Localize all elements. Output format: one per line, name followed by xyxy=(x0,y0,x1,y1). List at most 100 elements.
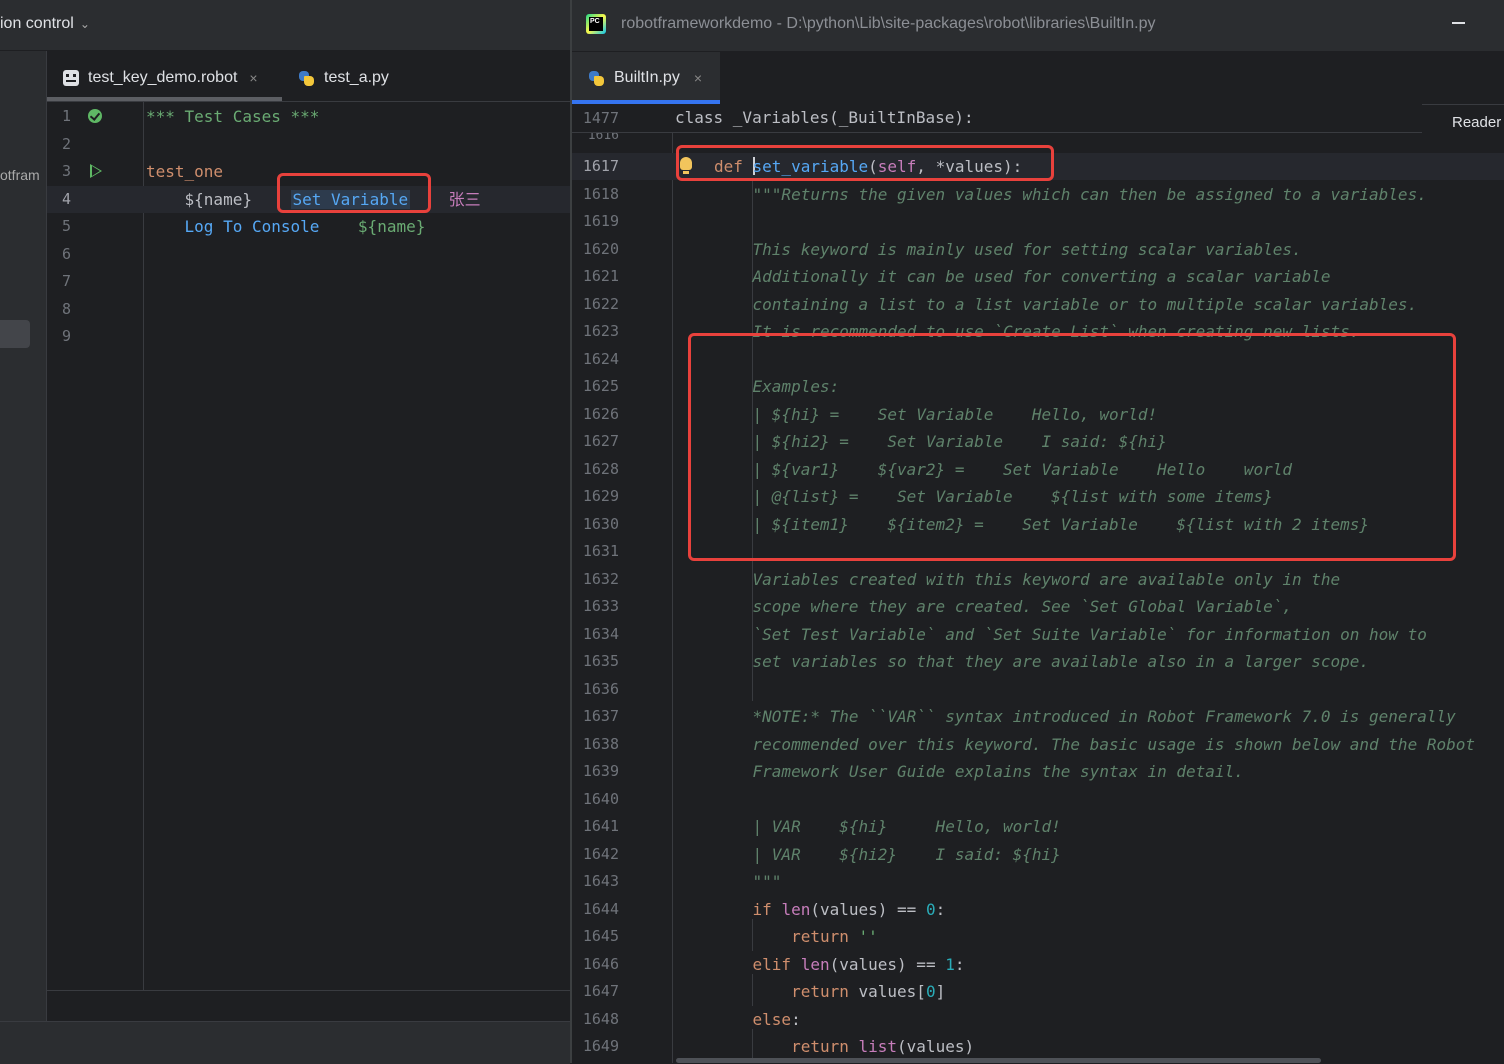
left-code-editor[interactable]: 1 *** Test Cases *** 2 3 test_one 4 ${name} S… xyxy=(47,102,570,990)
selected-tool-indicator[interactable] xyxy=(0,320,30,348)
tab-test-key-demo-robot[interactable]: test_key_demo.robot × xyxy=(63,67,258,89)
project-label[interactable]: otfram xyxy=(0,167,46,183)
code-line[interactable]: 1638 recommended over this keyword. The … xyxy=(572,731,1504,758)
code-token: len xyxy=(800,954,830,974)
code-line[interactable]: 1629 | @{list} = Set Variable ${list wit… xyxy=(572,483,1504,510)
code-line[interactable]: 1621 Additionally it can be used for con… xyxy=(572,263,1504,290)
code-text: | ${var1} ${var2} = Set Variable Hello w… xyxy=(714,456,1292,483)
code-line[interactable]: 1620 This keyword is mainly used for set… xyxy=(572,236,1504,263)
close-icon[interactable]: × xyxy=(249,70,257,86)
line-number: 1622 xyxy=(582,294,619,313)
code-line[interactable]: 1640 xyxy=(572,786,1504,813)
line-number: 1648 xyxy=(582,1009,619,1028)
code-token: , *values): xyxy=(916,157,1023,176)
code-line[interactable]: 1628 | ${var1} ${var2} = Set Variable He… xyxy=(572,456,1504,483)
line-number: 1628 xyxy=(582,459,619,478)
line-number: 1645 xyxy=(582,927,619,945)
code-line[interactable]: 1630 | ${item1} ${item2} = Set Variable … xyxy=(572,511,1504,538)
code-line[interactable]: 1 *** Test Cases *** xyxy=(47,103,570,130)
code-line[interactable]: 1622 containing a list to a list variabl… xyxy=(572,291,1504,318)
line-number: 1619 xyxy=(582,212,619,230)
code-line[interactable]: 1642 | VAR ${hi2} I said: ${hi} xyxy=(572,841,1504,868)
code-line[interactable]: 1637 *NOTE:* The ``VAR`` syntax introduc… xyxy=(572,703,1504,730)
sticky-scope-line[interactable]: 1477 class _Variables(_BuiltInBase): xyxy=(572,104,1422,133)
chevron-down-icon: ⌄ xyxy=(79,17,90,31)
code-line[interactable]: 1636 xyxy=(572,676,1504,703)
code-line[interactable]: 1626 | ${hi} = Set Variable Hello, world… xyxy=(572,401,1504,428)
tab-builtin-py[interactable]: BuiltIn.py × xyxy=(572,52,720,104)
code-line[interactable]: 1639 Framework User Guide explains the s… xyxy=(572,758,1504,785)
reader-mode-button[interactable]: Reader xyxy=(1452,114,1501,131)
right-code-editor[interactable]: 1477 class _Variables(_BuiltInBase): 161… xyxy=(572,104,1504,1063)
code-line[interactable]: 7 xyxy=(47,268,570,295)
code-token: Variables created with this keyword are … xyxy=(714,569,1341,589)
code-line[interactable]: 1627 | ${hi2} = Set Variable I said: ${h… xyxy=(572,428,1504,455)
intention-bulb-icon[interactable] xyxy=(680,157,692,174)
line-number: 5 xyxy=(61,217,71,235)
code-line[interactable]: 1648 else: xyxy=(572,1006,1504,1033)
code-token: elif xyxy=(714,954,801,974)
code-text: It is recommended to use `Create List` w… xyxy=(714,318,1360,345)
line-number: 2 xyxy=(61,134,71,153)
code-line[interactable]: 1623 It is recommended to use `Create Li… xyxy=(572,318,1504,345)
line-number: 1641 xyxy=(582,817,619,835)
project-tool-strip: otfram xyxy=(0,51,47,1021)
code-text: | ${hi} = Set Variable Hello, world! xyxy=(714,401,1158,428)
tab-label: BuiltIn.py xyxy=(614,69,680,86)
code-token: list xyxy=(858,1037,898,1056)
code-line[interactable]: 1649 return list(values) xyxy=(572,1033,1504,1060)
code-text: elif len(values) == 1: xyxy=(714,951,965,978)
robot-file-icon xyxy=(63,70,79,86)
code-line[interactable]: 1619 xyxy=(572,208,1504,235)
left-ide-window: ion control ⌄ otfram test_key_demo.robot … xyxy=(0,0,570,1064)
tab-test-a-py[interactable]: test_a.py xyxy=(298,67,389,89)
code-line[interactable]: 6 xyxy=(47,241,570,268)
run-passed-icon[interactable] xyxy=(88,109,102,123)
code-token: 0 xyxy=(925,982,936,1001)
line-number: 1647 xyxy=(582,982,619,1000)
line-number: 1629 xyxy=(582,487,619,505)
code-line[interactable]: 1645 return '' xyxy=(572,923,1504,950)
window-title-bar: robotframeworkdemo - D:\python\Lib\site-… xyxy=(572,0,1504,51)
version-control-menu[interactable]: ion control ⌄ xyxy=(0,15,90,33)
code-token: return xyxy=(714,982,859,1001)
left-toolbar: ion control ⌄ xyxy=(0,0,570,51)
code-line[interactable]: 4 ${name} Set Variable 张三 xyxy=(47,185,570,213)
code-line[interactable]: 1632 Variables created with this keyword… xyxy=(572,566,1504,593)
code-token: Set Variable xyxy=(290,189,411,209)
code-line[interactable]: 1643 """ xyxy=(572,868,1504,895)
code-token: : xyxy=(935,899,946,919)
code-line[interactable]: 5 Log To Console ${name} xyxy=(47,213,570,240)
code-line[interactable]: 9 xyxy=(47,323,570,350)
code-line[interactable]: 3 test_one xyxy=(47,158,570,185)
code-line[interactable]: 1633 scope where they are created. See `… xyxy=(572,593,1504,620)
line-number: 1620 xyxy=(582,239,619,258)
code-token: Framework User Guide explains the syntax… xyxy=(714,762,1244,781)
close-icon[interactable]: × xyxy=(694,70,702,86)
code-line[interactable]: 1641 | VAR ${hi} Hello, world! xyxy=(572,813,1504,840)
line-number: 1617 xyxy=(582,157,619,175)
code-line[interactable]: 1644 if len(values) == 0: xyxy=(572,896,1504,923)
code-line[interactable]: 1618 """Returns the given values which c… xyxy=(572,181,1504,208)
code-line[interactable]: 1647 return values[0] xyxy=(572,978,1504,1005)
code-line[interactable]: 1624 xyxy=(572,346,1504,373)
code-text: Variables created with this keyword are … xyxy=(714,566,1341,593)
code-line[interactable]: 1634 `Set Test Variable` and `Set Suite … xyxy=(572,621,1504,648)
code-token: Examples: xyxy=(714,377,840,396)
code-line[interactable]: 1635 set variables so that they are avai… xyxy=(572,648,1504,675)
code-line[interactable]: 1631 xyxy=(572,538,1504,565)
code-text: return list(values) xyxy=(714,1033,974,1060)
code-token: ${name} xyxy=(357,217,426,236)
code-line[interactable]: 1625 Examples: xyxy=(572,373,1504,400)
horizontal-scrollbar[interactable] xyxy=(676,1058,1321,1063)
code-line[interactable]: 8 xyxy=(47,296,570,323)
code-token: | ${item1} ${item2} = Set Variable ${lis… xyxy=(714,514,1370,534)
run-icon[interactable] xyxy=(90,164,102,178)
code-line[interactable]: 1646 elif len(values) == 1: xyxy=(572,951,1504,978)
code-line[interactable]: 2 xyxy=(47,131,570,158)
code-token: `Set Test Variable` and `Set Suite Varia… xyxy=(714,624,1427,644)
python-file-icon xyxy=(298,70,315,87)
minimize-icon[interactable] xyxy=(1452,22,1465,24)
code-text: def set_variable(self, *values): xyxy=(714,153,1022,180)
code-line[interactable]: 1617 def set_variable(self, *values): xyxy=(572,153,1504,180)
